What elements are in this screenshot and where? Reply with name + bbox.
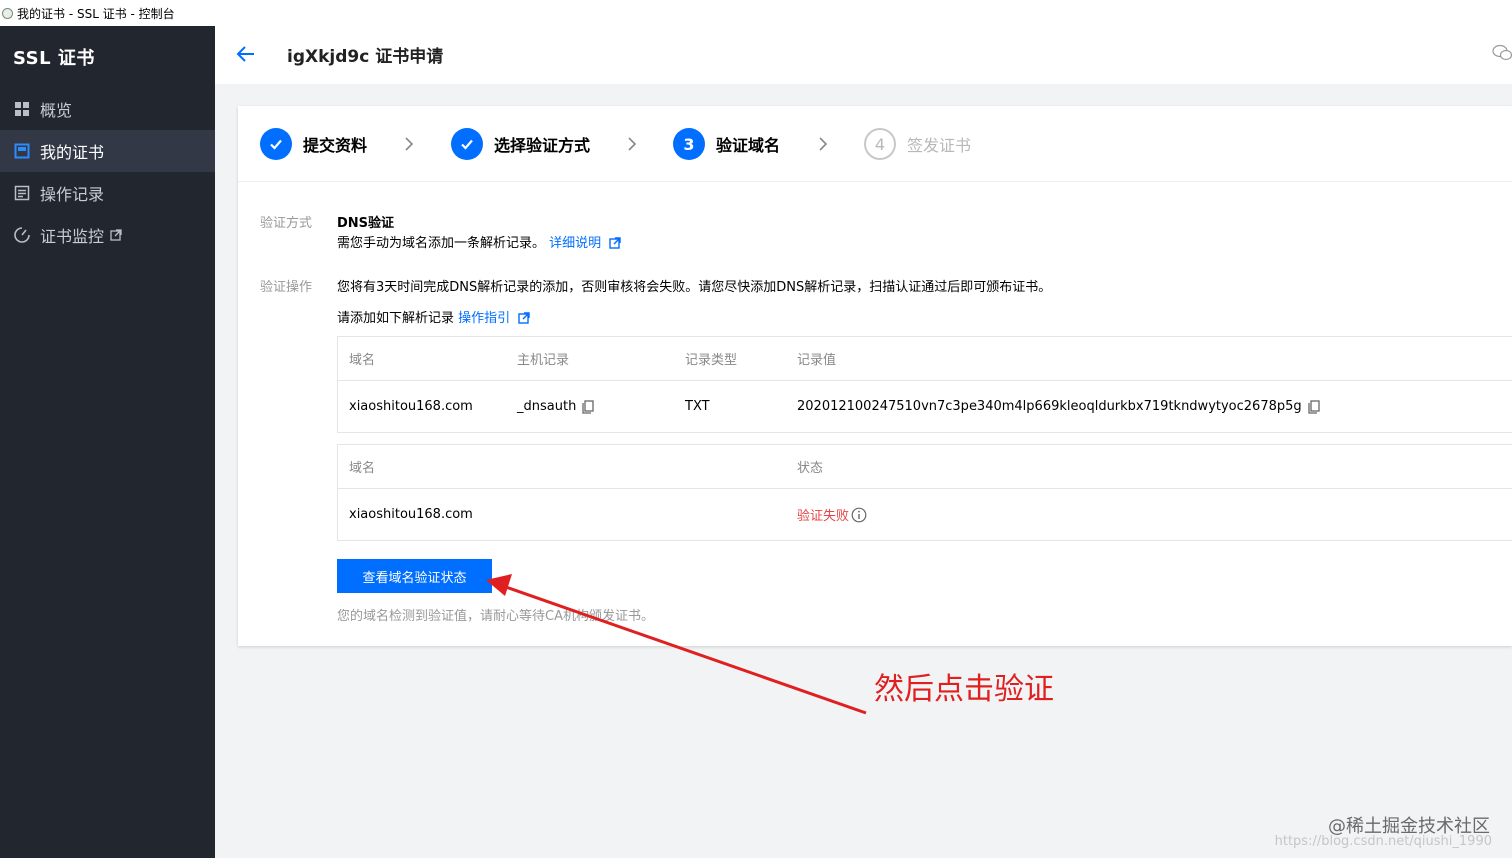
dns-record-table: 域名 主机记录 记录类型 记录值 xiaoshitou168.com _dnsa… [337, 336, 1512, 433]
browser-tab-title: 我的证书 - SSL 证书 - 控制台 [17, 6, 175, 21]
record-value: 202012100247510vn7c3pe340m4lp669kleoqldu… [797, 399, 1302, 414]
chevron-right-icon [818, 136, 828, 152]
favicon-icon [2, 7, 13, 19]
watermark-url: https://blog.csdn.net/qiushi_1990 [1274, 834, 1492, 849]
column-header: 域名 [349, 353, 376, 368]
sidebar-item-label: 操作记录 [40, 185, 105, 204]
record-host: _dnsauth [517, 399, 577, 414]
external-link-icon[interactable] [609, 237, 622, 253]
grid-icon [13, 100, 31, 118]
sidebar-item-my-certificates[interactable]: 我的证书 [0, 130, 215, 172]
step-label: 验证域名 [716, 136, 781, 155]
record-domain: xiaoshitou168.com [349, 399, 473, 414]
check-icon [451, 128, 483, 160]
page-title: igXkjd9c 证书申请 [287, 47, 444, 67]
status-domain: xiaoshitou168.com [349, 507, 473, 522]
table-header: 域名 状态 [338, 445, 1512, 489]
step-verify-domain: 3 验证域名 [673, 128, 780, 160]
column-header: 主机记录 [517, 353, 570, 368]
add-record-text: 请添加如下解析记录 [337, 311, 455, 326]
browser-tab[interactable]: 我的证书 - SSL 证书 - 控制台 [0, 0, 1512, 26]
step-number: 3 [673, 128, 705, 160]
verify-status-table: 域名 状态 xiaoshitou168.com 验证失败 [337, 444, 1512, 541]
external-link-icon [110, 229, 122, 241]
add-record-line: 请添加如下解析记录 操作指引 [337, 307, 531, 328]
step-label: 签发证书 [907, 136, 972, 155]
detail-link[interactable]: 详细说明 [549, 236, 601, 251]
sidebar-item-label: 我的证书 [40, 143, 105, 162]
step-label: 提交资料 [303, 136, 368, 155]
info-icon[interactable] [851, 507, 867, 523]
table-row: xiaoshitou168.com 验证失败 [338, 489, 1512, 540]
status-badge: 验证失败 [797, 509, 850, 524]
method-desc: 需您手动为域名添加一条解析记录。 [337, 236, 546, 251]
operation-notice: 您将有3天时间完成DNS解析记录的添加，否则审核将会失败。请您尽快添加DNS解析… [337, 280, 1052, 295]
certificate-icon [13, 142, 31, 160]
application-card: 提交资料 选择验证方式 3 验证域名 4 签发证书 验证方式 DNS验证 需您手 [238, 106, 1512, 646]
verify-hint: 您的域名检测到验证值，请耐心等待CA机构颁发证书。 [337, 609, 654, 624]
sidebar-item-label: 证书监控 [40, 227, 105, 246]
sidebar-item-operation-log[interactable]: 操作记录 [0, 172, 215, 214]
method-label: 验证方式 [260, 216, 313, 231]
record-icon [13, 184, 31, 202]
step-indicator: 提交资料 选择验证方式 3 验证域名 4 签发证书 [238, 106, 1512, 182]
column-header: 域名 [349, 461, 376, 476]
record-host-cell: _dnsauth [517, 381, 594, 432]
chevron-right-icon [404, 136, 414, 152]
copy-icon[interactable] [1307, 399, 1320, 414]
page-header: igXkjd9c 证书申请 [215, 26, 1512, 84]
method-name: DNS验证 [337, 216, 395, 231]
operation-label: 验证操作 [260, 280, 313, 295]
sidebar-item-overview[interactable]: 概览 [0, 88, 215, 130]
step-number: 4 [864, 128, 896, 160]
table-row: xiaoshitou168.com _dnsauth TXT 202012100… [338, 381, 1512, 432]
sidebar-item-label: 概览 [40, 101, 73, 120]
column-header: 记录值 [797, 353, 837, 368]
step-submit-info: 提交资料 [260, 128, 367, 160]
step-issue-cert: 4 签发证书 [864, 128, 971, 160]
record-value-cell: 202012100247510vn7c3pe340m4lp669kleoqldu… [797, 381, 1320, 432]
wechat-icon[interactable] [1492, 44, 1512, 62]
method-desc-line: 需您手动为域名添加一条解析记录。 详细说明 [337, 232, 622, 253]
column-header: 状态 [797, 461, 824, 476]
sidebar: SSL 证书 概览 我的证书 操作记录 证书监控 [0, 26, 215, 858]
column-header: 记录类型 [685, 353, 738, 368]
guide-link[interactable]: 操作指引 [458, 311, 510, 326]
check-verify-status-button[interactable]: 查看域名验证状态 [337, 559, 492, 593]
check-icon [260, 128, 292, 160]
annotation-caption: 然后点击验证 [874, 672, 1054, 707]
external-link-icon[interactable] [518, 312, 531, 328]
sidebar-brand: SSL 证书 [13, 48, 95, 69]
status-cell: 验证失败 [797, 489, 867, 540]
chevron-right-icon [627, 136, 637, 152]
arrow-left-icon[interactable] [235, 43, 257, 65]
step-label: 选择验证方式 [494, 136, 591, 155]
table-header: 域名 主机记录 记录类型 记录值 [338, 337, 1512, 381]
copy-icon[interactable] [582, 399, 594, 414]
record-type: TXT [685, 399, 710, 414]
monitor-icon [13, 226, 31, 244]
step-choose-method: 选择验证方式 [451, 128, 590, 160]
sidebar-item-cert-monitor[interactable]: 证书监控 [0, 214, 215, 256]
